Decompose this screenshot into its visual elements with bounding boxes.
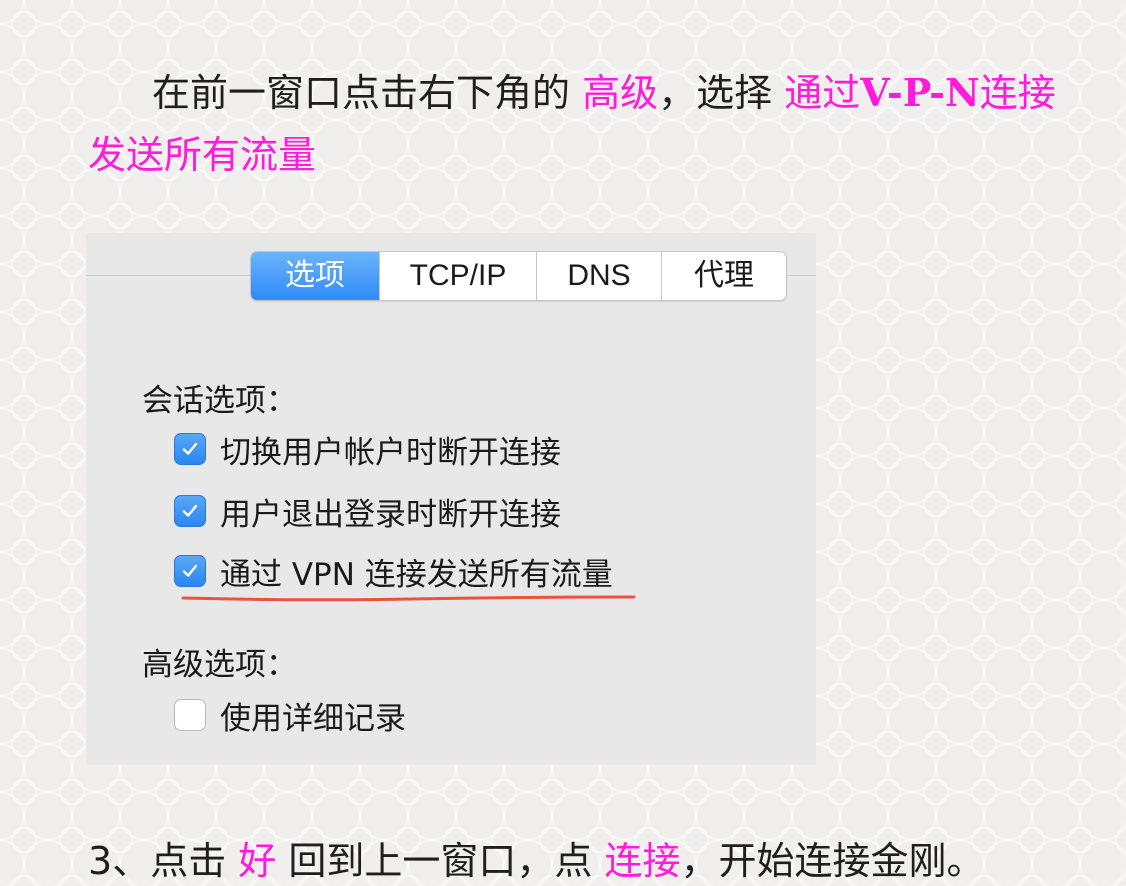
select-option-b: V-P-N [860,70,980,115]
checkbox-checked-icon[interactable] [174,433,206,465]
select-option-a: 通过 [784,71,861,115]
step-text-c: ，开始连接金刚。 [680,839,985,883]
tab-tcpip[interactable]: TCP/IP [379,252,536,300]
checkmark-icon [182,504,198,517]
checkbox-row-logout[interactable]: 用户退出登录时断开连接 [174,491,561,533]
advanced-options-heading: 高级选项： [142,647,297,683]
checkbox-row-verbose-logging[interactable]: 使用详细记录 [174,695,406,737]
step-3-instruction: 3、点击 好 回到上一窗口，点 连接，开始连接金刚。 [88,830,985,885]
select-option-c: 连接 [979,71,1056,115]
step-number: 3 [88,839,113,883]
checkbox-label: 使用详细记录 [220,700,406,737]
checkbox-row-switch-user[interactable]: 切换用户帐户时断开连接 [174,429,561,471]
tab-options[interactable]: 选项 [251,252,379,300]
checkbox-row-send-all-traffic[interactable]: 通过 VPN 连接发送所有流量 [174,551,613,593]
checkmark-icon [182,442,198,455]
step-text-a: 、点击 [112,839,239,883]
checkbox-label: 通过 VPN 连接发送所有流量 [220,556,613,593]
instruction-prefix: 在前一窗口点击右下角的 [152,71,583,115]
instruction-line-1: 在前一窗口点击右下角的 高级，选择 通过V-P-N连接 [88,62,1056,117]
checkbox-unchecked-icon[interactable] [174,699,206,731]
vpn-options-panel: 选项 TCP/IP DNS 代理 会话选项： 切换用户帐户时断开连接 用户退出登… [86,233,816,765]
ok-keyword: 好 [238,839,277,883]
red-underline-annotation [181,595,636,602]
connect-keyword: 连接 [604,839,681,883]
session-options-heading: 会话选项： [142,383,297,419]
checkbox-label: 切换用户帐户时断开连接 [220,434,561,471]
checkmark-icon [182,564,198,577]
advanced-keyword: 高级 [582,71,659,115]
tab-dns[interactable]: DNS [536,252,661,300]
step-text-b: 回到上一窗口，点 [276,839,605,883]
tab-bar: 选项 TCP/IP DNS 代理 [250,251,787,301]
instruction-mid: ，选择 [658,71,785,115]
instruction-line-2: 发送所有流量 [88,124,316,179]
checkbox-label: 用户退出登录时断开连接 [220,496,561,533]
checkbox-checked-icon[interactable] [174,555,206,587]
tab-proxy[interactable]: 代理 [661,252,786,300]
checkbox-checked-icon[interactable] [174,495,206,527]
select-option-d: 发送所有流量 [88,133,317,177]
